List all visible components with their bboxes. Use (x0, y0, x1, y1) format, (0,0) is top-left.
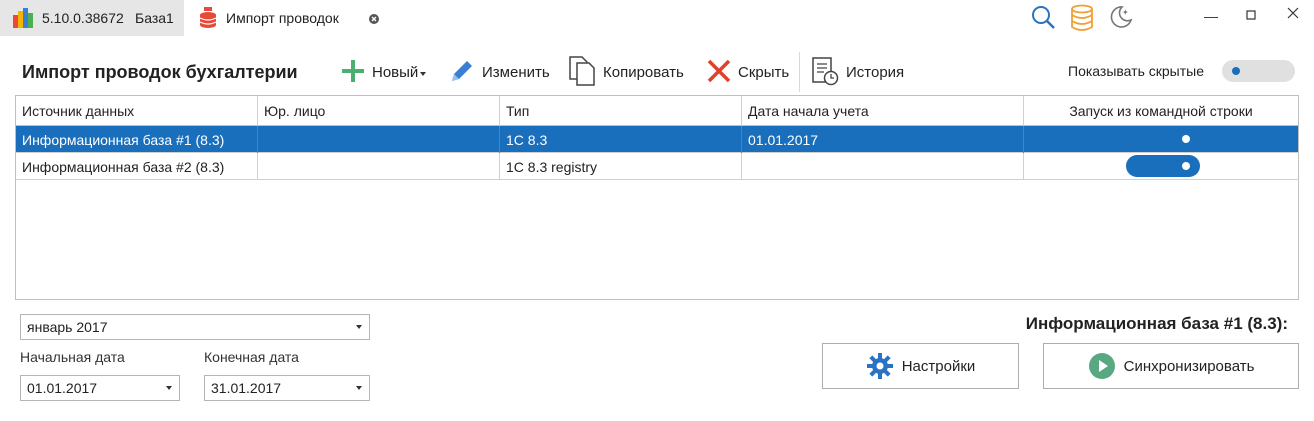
table-header: Источник данных Юр. лицо Тип Дата начала… (16, 96, 1298, 126)
hide-button-label: Скрыть (738, 63, 790, 81)
title-bar: 5.10.0.38672 База1 Импорт проводок ✦ — (0, 0, 1314, 36)
period-select[interactable]: январь 2017 (20, 314, 370, 340)
start-date-label: Начальная дата (20, 349, 125, 365)
toggle-knob (1232, 67, 1240, 75)
cell-source: Информационная база #1 (8.3) (16, 126, 258, 153)
selected-base-title: Информационная база #1 (8.3): (1025, 314, 1288, 333)
database-red-icon (198, 5, 218, 32)
chevron-down-icon (356, 325, 362, 329)
start-date-value: 01.01.2017 (27, 380, 98, 396)
column-header-cmdline[interactable]: Запуск из командной строки (1024, 96, 1298, 126)
svg-text:✦: ✦ (1122, 8, 1129, 17)
sources-table: Источник данных Юр. лицо Тип Дата начала… (15, 95, 1299, 300)
copy-button-label: Копировать (603, 63, 684, 81)
cell-start-date: 01.01.2017 (742, 126, 1024, 153)
close-tab-icon[interactable] (368, 12, 380, 28)
close-window-icon[interactable] (1287, 6, 1299, 22)
start-date-field[interactable]: 01.01.2017 (20, 375, 180, 401)
end-date-field[interactable]: 31.01.2017 (204, 375, 370, 401)
column-header-type[interactable]: Тип (500, 96, 742, 126)
copy-icon (567, 55, 597, 90)
new-button-label: Новый (372, 63, 419, 81)
cell-cmdline (1024, 126, 1298, 153)
edit-button[interactable]: Изменить (448, 54, 550, 90)
settings-button[interactable]: Настройки (822, 343, 1019, 389)
night-mode-icon[interactable]: ✦ (1108, 4, 1134, 33)
settings-button-label: Настройки (901, 357, 976, 375)
search-icon[interactable] (1030, 4, 1056, 33)
new-button[interactable]: Новый (340, 54, 427, 90)
cell-type: 1С 8.3 registry (500, 153, 742, 180)
table-row[interactable]: Информационная база #2 (8.3) 1С 8.3 regi… (16, 153, 1298, 180)
cell-entity (258, 126, 500, 153)
pencil-icon (448, 57, 476, 88)
show-hidden-label: Показывать скрытые (1068, 63, 1204, 79)
gear-icon (866, 352, 894, 380)
cell-source: Информационная база #2 (8.3) (16, 153, 258, 180)
cmdline-switch-knob[interactable] (1182, 135, 1190, 143)
database-icon[interactable] (1070, 4, 1094, 35)
cell-start-date (742, 153, 1024, 180)
app-tab[interactable]: 5.10.0.38672 База1 (0, 0, 184, 36)
show-hidden-toggle[interactable] (1222, 60, 1295, 82)
period-select-value: январь 2017 (27, 319, 108, 335)
table-row[interactable]: Информационная база #1 (8.3) 1С 8.3 01.0… (16, 126, 1298, 153)
hide-button[interactable]: Скрыть (706, 54, 789, 90)
maximize-icon[interactable] (1246, 7, 1256, 23)
app-version: 5.10.0.38672 (42, 10, 124, 26)
history-button-label: История (846, 63, 905, 81)
column-header-entity[interactable]: Юр. лицо (258, 96, 500, 126)
dropdown-caret-icon (420, 64, 427, 80)
sync-button-label: Синхронизировать (1123, 357, 1255, 375)
history-button[interactable]: История (810, 54, 904, 90)
app-logo-icon (12, 7, 34, 32)
sync-button[interactable]: Синхронизировать (1043, 343, 1299, 389)
history-icon (810, 56, 840, 89)
edit-button-label: Изменить (482, 63, 550, 81)
play-icon (1088, 352, 1116, 380)
page-title: Импорт проводок бухгалтерии (22, 62, 298, 82)
cell-cmdline (1024, 153, 1298, 180)
end-date-value: 31.01.2017 (211, 380, 282, 396)
cmdline-switch[interactable] (1126, 155, 1200, 177)
cell-type: 1С 8.3 (500, 126, 742, 153)
cell-entity (258, 153, 500, 180)
end-date-label: Конечная дата (204, 349, 299, 365)
tab-import-entries[interactable]: Импорт проводок (184, 0, 394, 36)
minimize-icon[interactable]: — (1204, 8, 1218, 24)
chevron-down-icon (166, 386, 172, 390)
chevron-down-icon (356, 386, 362, 390)
toolbar-separator (799, 52, 800, 92)
copy-button[interactable]: Копировать (567, 54, 684, 90)
tab-title: Импорт проводок (226, 10, 339, 26)
column-header-source[interactable]: Источник данных (16, 96, 258, 126)
cross-icon (706, 58, 732, 87)
column-header-start-date[interactable]: Дата начала учета (742, 96, 1024, 126)
plus-icon (340, 58, 366, 87)
base-name: База1 (135, 10, 174, 26)
